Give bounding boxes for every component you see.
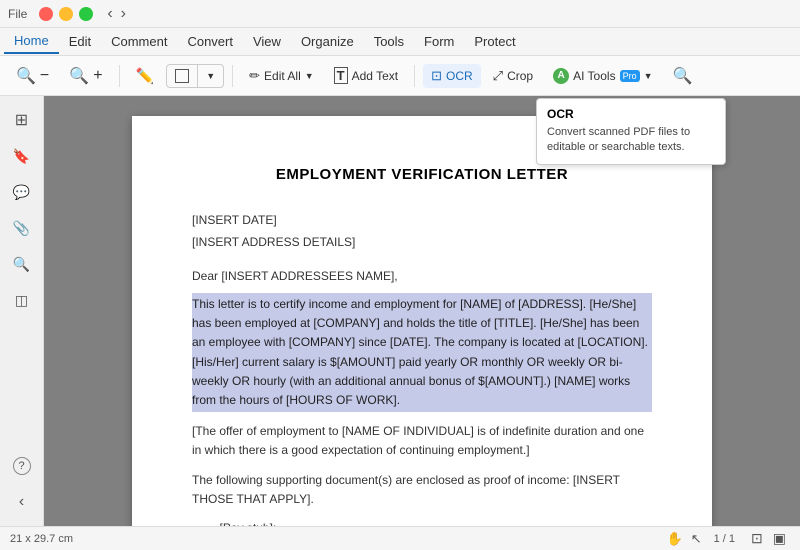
rect-icon (175, 69, 189, 83)
edit-all-button[interactable]: ✏ Edit All ▼ (241, 64, 322, 88)
maximize-button[interactable] (79, 7, 93, 21)
divider-2 (232, 65, 233, 87)
sidebar-collapse-button[interactable]: ‹ (6, 486, 38, 518)
bookmark-icon: 🔖 (13, 148, 30, 165)
doc-paragraph-2: The following supporting document(s) are… (192, 471, 652, 509)
menu-edit[interactable]: Edit (59, 30, 101, 53)
zoom-out-button[interactable]: 🔍 − (8, 62, 57, 90)
pdf-page: EMPLOYMENT VERIFICATION LETTER [INSERT D… (132, 116, 712, 526)
pages-icon: ⊞ (15, 110, 28, 130)
add-text-label: Add Text (352, 69, 398, 83)
ai-tools-button[interactable]: A AI Tools Pro ▼ (545, 64, 660, 88)
sidebar-help-button[interactable]: ? (6, 450, 38, 482)
crop-button[interactable]: ⤢ Crop (485, 64, 541, 88)
sidebar-search-icon: 🔍 (13, 256, 30, 273)
doc-highlighted-text: This letter is to certify income and emp… (192, 293, 652, 412)
ocr-label: OCR (446, 69, 473, 83)
view-controls: ⊡ ▣ (747, 530, 790, 547)
sidebar-search-button[interactable]: 🔍 (6, 248, 38, 280)
chevron-left-icon: ‹ (19, 493, 24, 511)
attachment-icon: 📎 (13, 220, 30, 237)
menu-tools[interactable]: Tools (364, 30, 414, 53)
edit-all-icon: ✏ (249, 68, 260, 84)
ocr-button[interactable]: ⊡ OCR (423, 64, 481, 88)
menu-protect[interactable]: Protect (464, 30, 525, 53)
menu-view[interactable]: View (243, 30, 291, 53)
zoom-in-button[interactable]: 🔍 + (61, 62, 110, 90)
page-info: 1 / 1 (714, 533, 735, 545)
sidebar-layers-button[interactable]: ◫ (6, 284, 38, 316)
status-bar: 21 x 29.7 cm ✋ ↖ 1 / 1 ⊡ ▣ (0, 526, 800, 550)
title-bar: File ‹ › (0, 0, 800, 28)
close-button[interactable] (39, 7, 53, 21)
crop-icon: ⤢ (493, 68, 503, 84)
ocr-tooltip-title: OCR (547, 107, 715, 121)
pen-icon: ✏️ (136, 67, 155, 85)
ocr-icon: ⊡ (431, 68, 442, 84)
add-text-icon: T (334, 67, 348, 84)
fit-page-button[interactable]: ⊡ (747, 530, 767, 547)
ai-tools-icon: A (553, 68, 569, 84)
search-icon: 🔍 (673, 66, 693, 86)
menu-form[interactable]: Form (414, 30, 464, 53)
menu-comment[interactable]: Comment (101, 30, 177, 53)
menu-home[interactable]: Home (4, 29, 59, 54)
ai-tools-dropdown-icon: ▼ (644, 71, 653, 81)
rect-group: ▼ (166, 64, 224, 88)
divider-3 (414, 65, 415, 87)
pen-button[interactable]: ✏️ (128, 63, 163, 89)
back-button[interactable]: ‹ (105, 5, 114, 23)
minimize-button[interactable] (59, 7, 73, 21)
ocr-tooltip-desc: Convert scanned PDF files to editable or… (547, 125, 715, 156)
zoom-in-icon: 🔍 (69, 66, 89, 86)
ai-tools-label: AI Tools (573, 69, 615, 83)
divider-1 (119, 65, 120, 87)
zoom-out-label: − (40, 67, 49, 85)
search-button[interactable]: 🔍 (665, 62, 701, 90)
zoom-in-label: + (93, 67, 102, 85)
sidebar-comment-button[interactable]: 💬 (6, 176, 38, 208)
toolbar: 🔍 − 🔍 + ✏️ ▼ ✏ Edit All ▼ T Add Text ⊡ O… (0, 56, 800, 96)
edit-all-label: Edit All (264, 69, 301, 83)
status-icons: ✋ ↖ (667, 531, 702, 547)
status-bar-right: ✋ ↖ 1 / 1 ⊡ ▣ (667, 530, 790, 547)
rect-dropdown-icon: ▼ (206, 71, 215, 81)
add-text-button[interactable]: T Add Text (326, 63, 406, 88)
doc-field-address: [INSERT ADDRESS DETAILS] (192, 235, 652, 249)
sidebar-pages-button[interactable]: ⊞ (6, 104, 38, 136)
doc-bullet-1: • [Pay stub]; (212, 519, 652, 526)
ai-tools-badge: Pro (620, 70, 640, 82)
doc-salutation: Dear [INSERT ADDRESSEES NAME], (192, 269, 652, 283)
doc-dimensions: 21 x 29.7 cm (10, 533, 73, 545)
layers-icon: ◫ (15, 292, 28, 309)
view-toggle-button[interactable]: ▣ (769, 530, 790, 547)
zoom-out-icon: 🔍 (16, 66, 36, 86)
menu-bar: Home Edit Comment Convert View Organize … (0, 28, 800, 56)
file-label[interactable]: File (8, 7, 27, 21)
document-title: EMPLOYMENT VERIFICATION LETTER (192, 166, 652, 183)
rect-button[interactable] (167, 65, 198, 87)
menu-organize[interactable]: Organize (291, 30, 364, 53)
sidebar-bookmark-button[interactable]: 🔖 (6, 140, 38, 172)
menu-convert[interactable]: Convert (177, 30, 243, 53)
comment-icon: 💬 (13, 184, 30, 201)
help-icon: ? (13, 457, 31, 475)
rect-dropdown-button[interactable]: ▼ (198, 67, 223, 85)
pointer-icon[interactable]: ↖ (691, 531, 702, 547)
hand-tool-icon[interactable]: ✋ (667, 531, 683, 547)
forward-button[interactable]: › (119, 5, 128, 23)
edit-all-dropdown-icon: ▼ (305, 71, 314, 81)
doc-field-date: [INSERT DATE] (192, 213, 652, 227)
sidebar-attachment-button[interactable]: 📎 (6, 212, 38, 244)
crop-label: Crop (507, 69, 533, 83)
ocr-tooltip: OCR Convert scanned PDF files to editabl… (536, 98, 726, 165)
sidebar: ⊞ 🔖 💬 📎 🔍 ◫ ? ‹ (0, 96, 44, 526)
doc-paragraph-1: [The offer of employment to [NAME OF IND… (192, 422, 652, 460)
